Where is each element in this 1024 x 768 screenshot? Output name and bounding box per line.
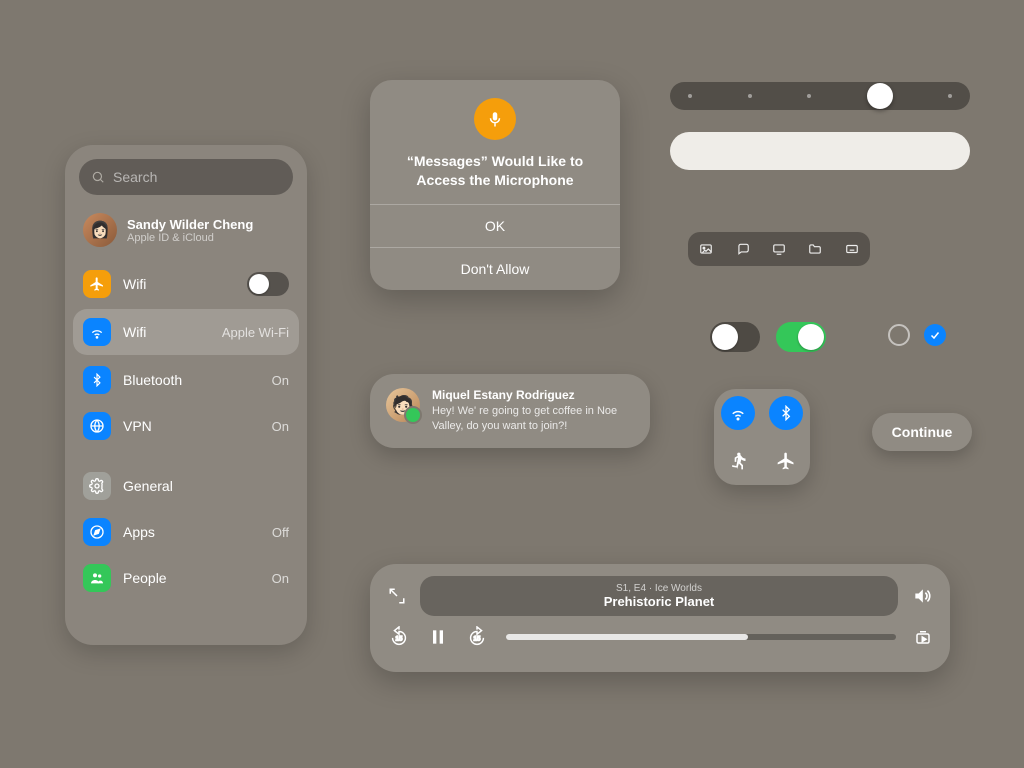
search-placeholder: Search <box>113 169 157 185</box>
media-player: S1, E4 · Ice Worlds Prehistoric Planet 1… <box>370 564 950 672</box>
notification-sender: Miquel Estany Rodriguez <box>432 388 634 402</box>
pager-knob[interactable] <box>867 83 893 109</box>
section-divider <box>65 449 307 463</box>
bluetooth-icon <box>83 366 111 394</box>
row-label: VPN <box>123 418 260 434</box>
row-bluetooth[interactable]: Bluetooth On <box>65 357 307 403</box>
profile-name: Sandy Wilder Cheng <box>127 217 253 232</box>
row-label: Wifi <box>123 276 235 292</box>
row-wifi-selected[interactable]: Wifi Apple Wi-Fi <box>73 309 299 355</box>
row-label: Bluetooth <box>123 372 260 388</box>
picture-in-picture-icon[interactable] <box>388 587 406 605</box>
row-value: Apple Wi-Fi <box>222 325 289 340</box>
notification-body: Hey! We' re going to get coffee in Noe V… <box>432 404 634 434</box>
pause-button[interactable] <box>428 627 448 647</box>
airplane-mode-toggle[interactable] <box>769 444 803 478</box>
wifi-toggle[interactable] <box>721 396 755 430</box>
display-icon[interactable] <box>770 242 788 256</box>
skip-back-15-icon[interactable]: 15 <box>388 626 410 648</box>
row-label: Wifi <box>123 324 210 340</box>
svg-text:15: 15 <box>395 636 403 643</box>
wifi-toggle[interactable] <box>247 272 289 296</box>
people-icon <box>83 564 111 592</box>
photo-icon[interactable] <box>697 242 715 256</box>
walking-icon[interactable] <box>721 444 755 478</box>
queue-icon[interactable] <box>914 628 932 646</box>
switch-group <box>710 322 826 352</box>
page-slider[interactable] <box>670 82 970 110</box>
media-title: Prehistoric Planet <box>604 594 715 609</box>
row-vpn[interactable]: VPN On <box>65 403 307 449</box>
row-label: Apps <box>123 524 260 540</box>
bluetooth-toggle[interactable] <box>769 396 803 430</box>
media-subtitle: S1, E4 · Ice Worlds <box>616 583 702 594</box>
profile-subtitle: Apple ID & iCloud <box>127 232 253 244</box>
wifi-icon <box>83 318 111 346</box>
volume-icon[interactable] <box>912 586 932 606</box>
microphone-icon <box>474 98 516 140</box>
text-field[interactable] <box>670 132 970 170</box>
radio-unchecked[interactable] <box>888 324 910 346</box>
row-value: Off <box>272 525 289 540</box>
toggle-on[interactable] <box>776 322 826 352</box>
profile-row[interactable]: 👩🏻 Sandy Wilder Cheng Apple ID & iCloud <box>65 205 307 261</box>
svg-text:15: 15 <box>473 636 481 643</box>
search-icon <box>91 170 105 184</box>
row-label: General <box>123 478 289 494</box>
pager-dot <box>948 94 952 98</box>
row-people[interactable]: People On <box>65 555 307 601</box>
row-value: On <box>272 419 289 434</box>
pager-dot <box>807 94 811 98</box>
alert-ok-button[interactable]: OK <box>370 205 620 247</box>
alert-deny-button[interactable]: Don't Allow <box>370 248 620 290</box>
row-value: On <box>272 571 289 586</box>
radio-check-group <box>888 324 946 346</box>
compass-icon <box>83 518 111 546</box>
row-label: People <box>123 570 260 586</box>
checkbox-checked[interactable] <box>924 324 946 346</box>
avatar: 🧑🏻 <box>386 388 420 422</box>
alert-title: “Messages” Would Like to Access the Micr… <box>388 152 602 204</box>
pager-dot <box>748 94 752 98</box>
message-icon[interactable] <box>734 242 752 256</box>
pager-dot <box>688 94 692 98</box>
gear-icon <box>83 472 111 500</box>
row-general[interactable]: General <box>65 463 307 509</box>
folder-icon[interactable] <box>806 242 824 256</box>
message-notification[interactable]: 🧑🏻 Miquel Estany Rodriguez Hey! We' re g… <box>370 374 650 448</box>
continue-button[interactable]: Continue <box>872 413 972 451</box>
skip-forward-15-icon[interactable]: 15 <box>466 626 488 648</box>
avatar: 👩🏻 <box>83 213 117 247</box>
permission-alert: “Messages” Would Like to Access the Micr… <box>370 80 620 290</box>
row-value: On <box>272 373 289 388</box>
airplane-icon <box>83 270 111 298</box>
icon-toolbar <box>688 232 870 266</box>
search-field[interactable]: Search <box>79 159 293 195</box>
keyboard-icon[interactable] <box>843 242 861 256</box>
toggle-off[interactable] <box>710 322 760 352</box>
progress-slider[interactable] <box>506 634 896 640</box>
control-center-tile <box>714 389 810 485</box>
now-playing-title[interactable]: S1, E4 · Ice Worlds Prehistoric Planet <box>420 576 898 616</box>
row-wifi-airplane[interactable]: Wifi <box>65 261 307 307</box>
row-apps[interactable]: Apps Off <box>65 509 307 555</box>
globe-icon <box>83 412 111 440</box>
settings-panel: Search 👩🏻 Sandy Wilder Cheng Apple ID & … <box>65 145 307 645</box>
